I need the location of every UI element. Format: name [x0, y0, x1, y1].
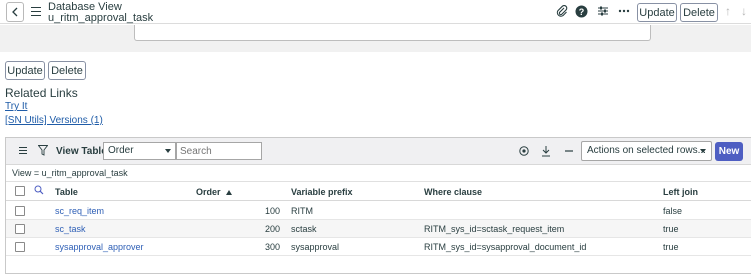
filter-icon[interactable] [37, 145, 49, 159]
download-icon[interactable] [540, 145, 552, 157]
table-cell-table[interactable]: sc_req_item [55, 206, 104, 216]
arrow-down-icon[interactable]: ↓ [738, 4, 750, 18]
table-cell-table[interactable]: sc_task [55, 224, 86, 234]
table-cell-left-join: true [663, 224, 679, 234]
column-header-order-label: Order [196, 187, 221, 197]
actions-select[interactable]: Actions on selected rows... [581, 141, 712, 161]
search-icon[interactable] [34, 185, 46, 197]
sort-ascending-icon [226, 190, 233, 195]
table-row: sysapproval_approver 300 sysapproval RIT… [6, 238, 751, 256]
actions-select-value: Actions on selected rows... [587, 145, 706, 156]
form-menu-icon[interactable] [31, 4, 41, 18]
back-button[interactable] [6, 2, 24, 22]
form-header: Database View u_ritm_approval_task ? Upd… [0, 0, 751, 24]
arrow-up-icon[interactable]: ↑ [722, 4, 734, 18]
column-header-variable-prefix[interactable]: Variable prefix [291, 187, 353, 197]
delete-button[interactable]: Delete [48, 61, 86, 80]
caret-down-icon [700, 149, 706, 153]
view-tables-list: View Tables Order Actions on selected ro… [5, 137, 751, 274]
table-row: sc_task 200 sctask RITM_sys_id=sctask_re… [6, 220, 751, 238]
breadcrumb-bar: View = u_ritm_approval_task [6, 165, 751, 182]
help-icon[interactable]: ? [574, 4, 588, 18]
pagination-bar [6, 258, 751, 274]
svg-text:?: ? [578, 6, 584, 16]
related-links-heading: Related Links [5, 86, 78, 100]
table-cell-prefix: sysapproval [291, 242, 340, 252]
header-delete-button[interactable]: Delete [680, 3, 718, 22]
list-toolbar: View Tables Order Actions on selected ro… [6, 138, 751, 165]
table-cell-left-join: true [663, 242, 679, 252]
column-header-order[interactable]: Order [196, 187, 233, 197]
table-header: Table Order Variable prefix Where clause… [6, 182, 751, 201]
row-checkbox[interactable] [15, 206, 25, 216]
list-search-input[interactable] [176, 142, 262, 160]
table-cell-order: 100 [265, 206, 281, 216]
row-checkbox[interactable] [15, 242, 25, 252]
table-cell-prefix: RITM [291, 206, 313, 216]
list-menu-icon[interactable] [19, 147, 27, 156]
select-all-checkbox[interactable] [15, 186, 25, 196]
try-it-link[interactable]: Try It [5, 101, 27, 112]
table-cell-left-join: false [663, 206, 683, 216]
paperclip-icon[interactable] [555, 4, 569, 18]
gear-icon[interactable] [518, 145, 530, 157]
versions-link[interactable]: [SN Utils] Versions (1) [5, 115, 103, 126]
new-button[interactable]: New [715, 142, 743, 161]
column-header-where-clause[interactable]: Where clause [424, 187, 482, 197]
table-cell-order: 200 [265, 224, 281, 234]
chevron-left-icon [12, 7, 18, 17]
table-row: sc_req_item 100 RITM false [6, 202, 751, 220]
table-cell-prefix: sctask [291, 224, 317, 234]
table-cell-where: RITM_sys_id=sysapproval_document_id [424, 242, 587, 252]
caret-down-icon [165, 149, 171, 153]
search-field-select[interactable]: Order [103, 142, 176, 160]
row-checkbox[interactable] [15, 224, 25, 234]
breadcrumb[interactable]: View = u_ritm_approval_task [12, 168, 128, 178]
collapse-icon[interactable] [563, 145, 575, 157]
table-cell-where: RITM_sys_id=sctask_request_item [424, 224, 565, 234]
update-button[interactable]: Update [5, 61, 45, 80]
record-name: u_ritm_approval_task [48, 12, 154, 24]
search-field-value: Order [108, 145, 134, 156]
table-cell-order: 300 [265, 242, 281, 252]
column-header-table[interactable]: Table [55, 187, 78, 197]
more-options-icon[interactable] [617, 4, 631, 18]
settings-sliders-icon[interactable] [596, 4, 610, 18]
column-header-left-join[interactable]: Left join [663, 187, 698, 197]
header-update-button[interactable]: Update [637, 3, 677, 22]
table-cell-table[interactable]: sysapproval_approver [55, 242, 144, 252]
script-field[interactable] [134, 25, 651, 41]
